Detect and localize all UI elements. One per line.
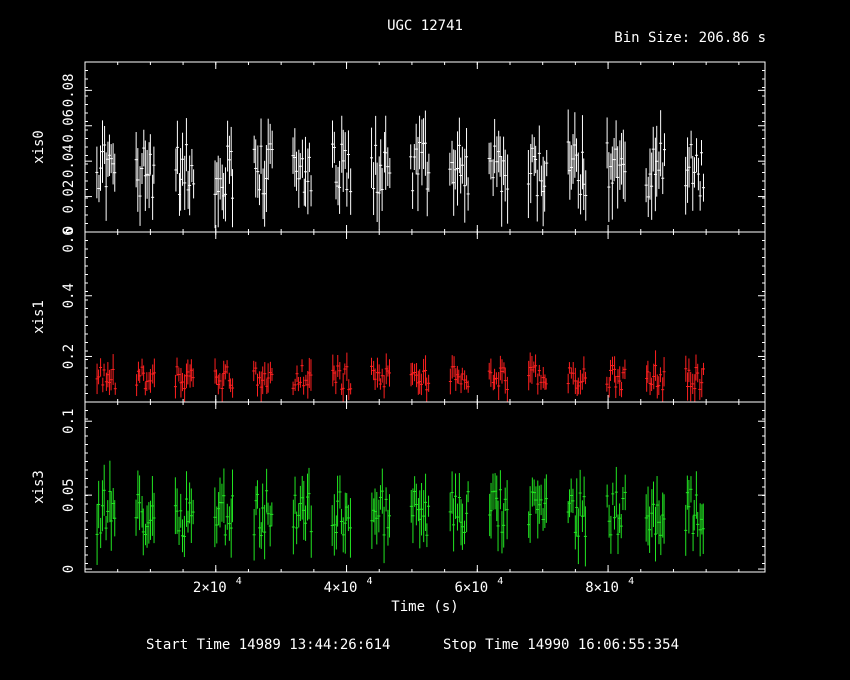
- y-axis-label: xis1: [31, 300, 47, 334]
- x-tick-exponent: 4: [367, 576, 373, 587]
- y-axis-label: xis0: [31, 130, 47, 164]
- x-tick-exponent: 4: [497, 576, 503, 587]
- x-axis-label: Time (s): [391, 599, 459, 615]
- y-tick-label: 0.04: [61, 144, 77, 178]
- y-tick-label: 0.4: [61, 283, 77, 308]
- x-tick-label: 2×10: [193, 580, 227, 596]
- y-axis-label: xis3: [31, 470, 47, 504]
- y-tick-label: 0.05: [61, 478, 77, 512]
- start-time-label: Start Time 14989 13:44:26:614: [146, 637, 391, 653]
- panel-frame: [84, 231, 766, 403]
- x-tick-label: 4×10: [324, 580, 358, 596]
- y-tick-label: 0.08: [61, 73, 77, 107]
- x-tick-exponent: 4: [628, 576, 634, 587]
- y-tick-label: 0.06: [61, 109, 77, 143]
- y-tick-label: 0.02: [61, 180, 77, 214]
- light-curve-chart: 0.020.040.060.080xis00.20.40.6xis100.050…: [31, 61, 766, 596]
- stop-time-label: Stop Time 14990 16:06:55:354: [443, 637, 680, 653]
- x-tick-label: 8×10: [585, 580, 619, 596]
- y-tick-label: 0: [61, 565, 77, 573]
- y-tick-label: 0.6: [61, 227, 77, 252]
- y-tick-label: 0.2: [61, 344, 77, 369]
- x-tick-exponent: 4: [236, 576, 242, 587]
- bin-size-label: Bin Size: 206.86 s: [614, 30, 766, 46]
- x-tick-label: 6×10: [454, 580, 488, 596]
- y-tick-label: 0.1: [61, 409, 77, 434]
